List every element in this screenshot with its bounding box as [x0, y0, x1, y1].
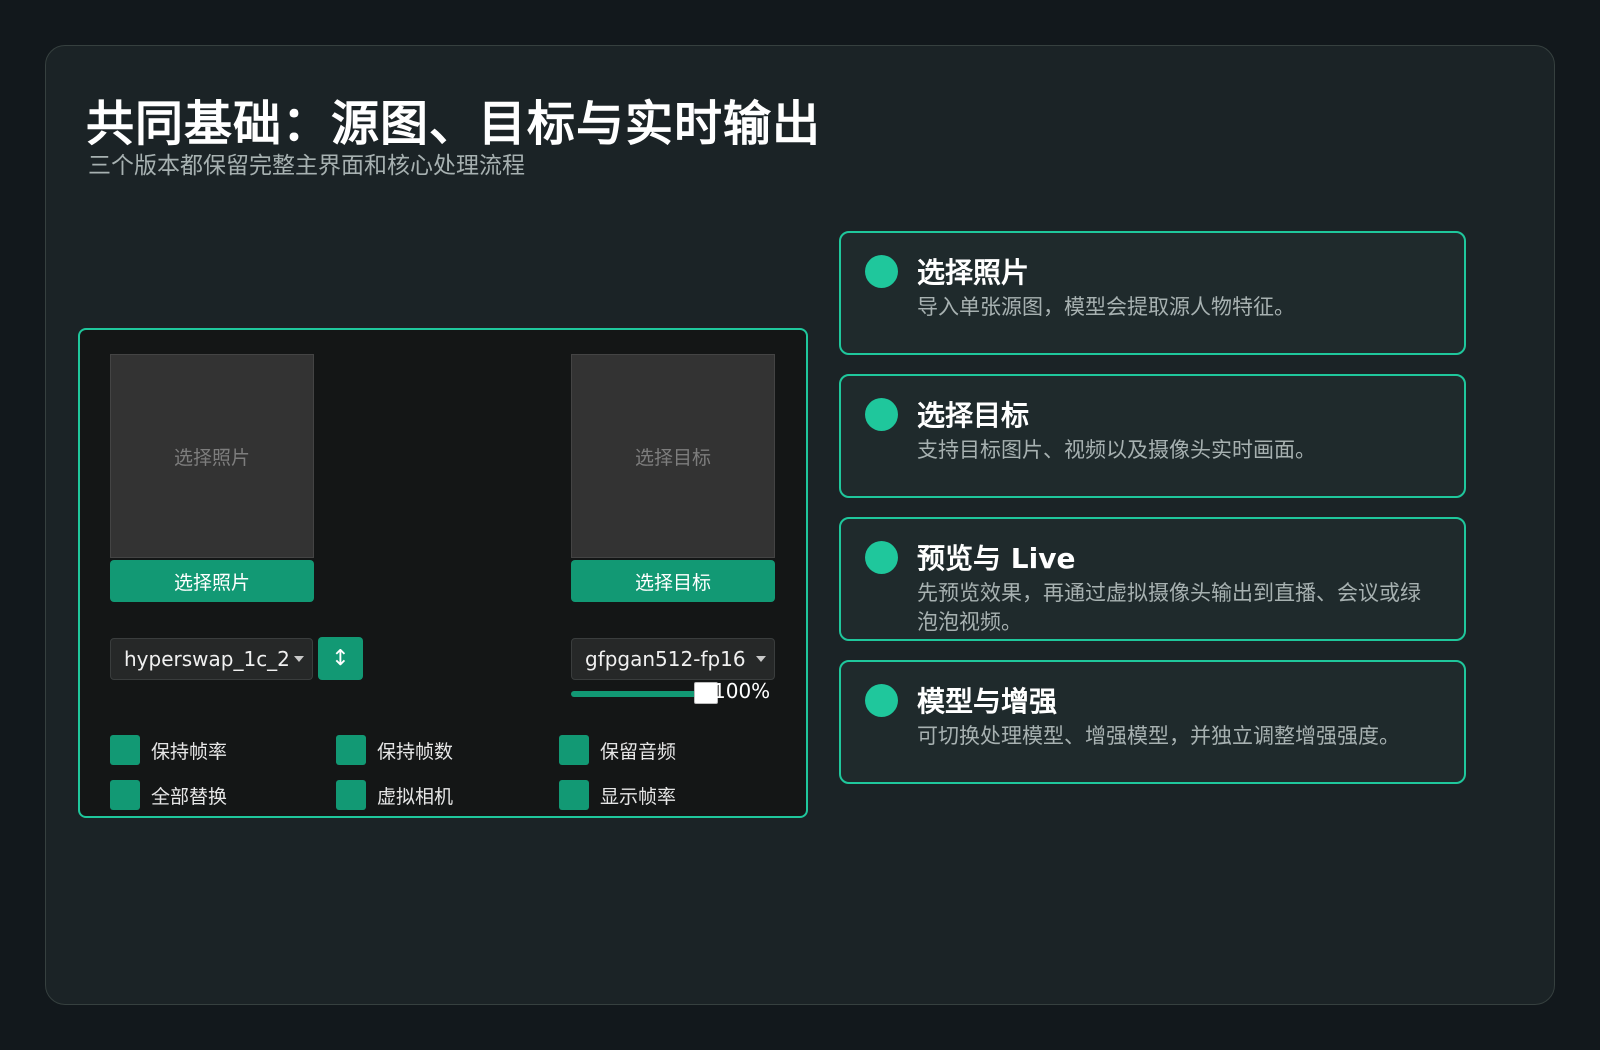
bullet-dot-icon [865, 398, 898, 431]
feature-title: 选择照片 [917, 256, 1030, 289]
model-select[interactable]: hyperswap_1c_2 [110, 638, 313, 680]
checkbox-keep-frames[interactable]: 保持帧数 [336, 735, 453, 765]
chevron-down-icon [294, 656, 304, 662]
checkbox-label: 虚拟相机 [377, 785, 454, 808]
checkbox-box[interactable] [559, 780, 589, 810]
model-select-value: hyperswap_1c_2 [124, 647, 290, 671]
source-preview-placeholder: 选择照片 [173, 446, 250, 469]
bullet-dot-icon [865, 684, 898, 717]
feature-title: 选择目标 [917, 399, 1030, 432]
checkbox-box[interactable] [110, 735, 140, 765]
select-target-button[interactable]: 选择目标 [571, 560, 775, 602]
swap-vertical-icon: ↕ [331, 646, 350, 671]
checkbox-replace-all[interactable]: 全部替换 [110, 780, 227, 810]
checkbox-label: 保持帧数 [377, 740, 454, 763]
chevron-down-icon [756, 656, 766, 662]
checkbox-box[interactable] [559, 735, 589, 765]
feature-title: 预览与 Live [917, 542, 1076, 575]
slide-card: 共同基础：源图、目标与实时输出 三个版本都保留完整主界面和核心处理流程 选择照片… [45, 45, 1555, 1005]
feature-desc: 支持目标图片、视频以及摄像头实时画面。 [917, 438, 1316, 462]
feature-card-preview-live: 预览与 Live 先预览效果，再通过虚拟摄像头输出到直播、会议或绿泡泡视频。 [839, 517, 1466, 641]
bullet-dot-icon [865, 255, 898, 288]
checkbox-keep-fps[interactable]: 保持帧率 [110, 735, 227, 765]
feature-card-select-photo: 选择照片 导入单张源图，模型会提取源人物特征。 [839, 231, 1466, 355]
bullet-dot-icon [865, 541, 898, 574]
feature-card-select-target: 选择目标 支持目标图片、视频以及摄像头实时画面。 [839, 374, 1466, 498]
feature-desc: 导入单张源图，模型会提取源人物特征。 [917, 295, 1295, 319]
checkbox-label: 显示帧率 [600, 785, 677, 808]
page-title: 共同基础：源图、目标与实时输出 [86, 96, 822, 152]
feature-desc: 先预览效果，再通过虚拟摄像头输出到直播、会议或绿泡泡视频。 [917, 581, 1421, 634]
target-preview[interactable]: 选择目标 [571, 354, 775, 558]
checkbox-show-fps[interactable]: 显示帧率 [559, 780, 676, 810]
enhancer-strength-slider[interactable] [571, 691, 701, 697]
target-preview-placeholder: 选择目标 [634, 446, 711, 469]
checkbox-box[interactable] [336, 780, 366, 810]
feature-title: 模型与增强 [917, 685, 1058, 718]
checkbox-box[interactable] [110, 780, 140, 810]
enhancer-select-value: gfpgan512-fp16 [585, 647, 746, 671]
enhancer-strength-value: 100% [713, 679, 771, 703]
checkbox-label: 全部替换 [151, 785, 228, 808]
checkbox-box[interactable] [336, 735, 366, 765]
enhancer-select[interactable]: gfpgan512-fp16 [571, 638, 775, 680]
select-source-button[interactable]: 选择照片 [110, 560, 314, 602]
source-preview[interactable]: 选择照片 [110, 354, 314, 558]
checkbox-label: 保持帧率 [151, 740, 228, 763]
checkbox-virtual-camera[interactable]: 虚拟相机 [336, 780, 453, 810]
swap-button[interactable]: ↕ [318, 637, 363, 680]
checkbox-keep-audio[interactable]: 保留音频 [559, 735, 676, 765]
feature-desc: 可切换处理模型、增强模型，并独立调整增强强度。 [917, 724, 1400, 748]
checkbox-label: 保留音频 [600, 740, 677, 763]
feature-card-model-enhance: 模型与增强 可切换处理模型、增强模型，并独立调整增强强度。 [839, 660, 1466, 784]
app-window: 选择照片 选择目标 选择照片 选择目标 hyperswap_1c_2 ↕ gfp… [78, 328, 808, 818]
page-subtitle: 三个版本都保留完整主界面和核心处理流程 [88, 153, 525, 179]
